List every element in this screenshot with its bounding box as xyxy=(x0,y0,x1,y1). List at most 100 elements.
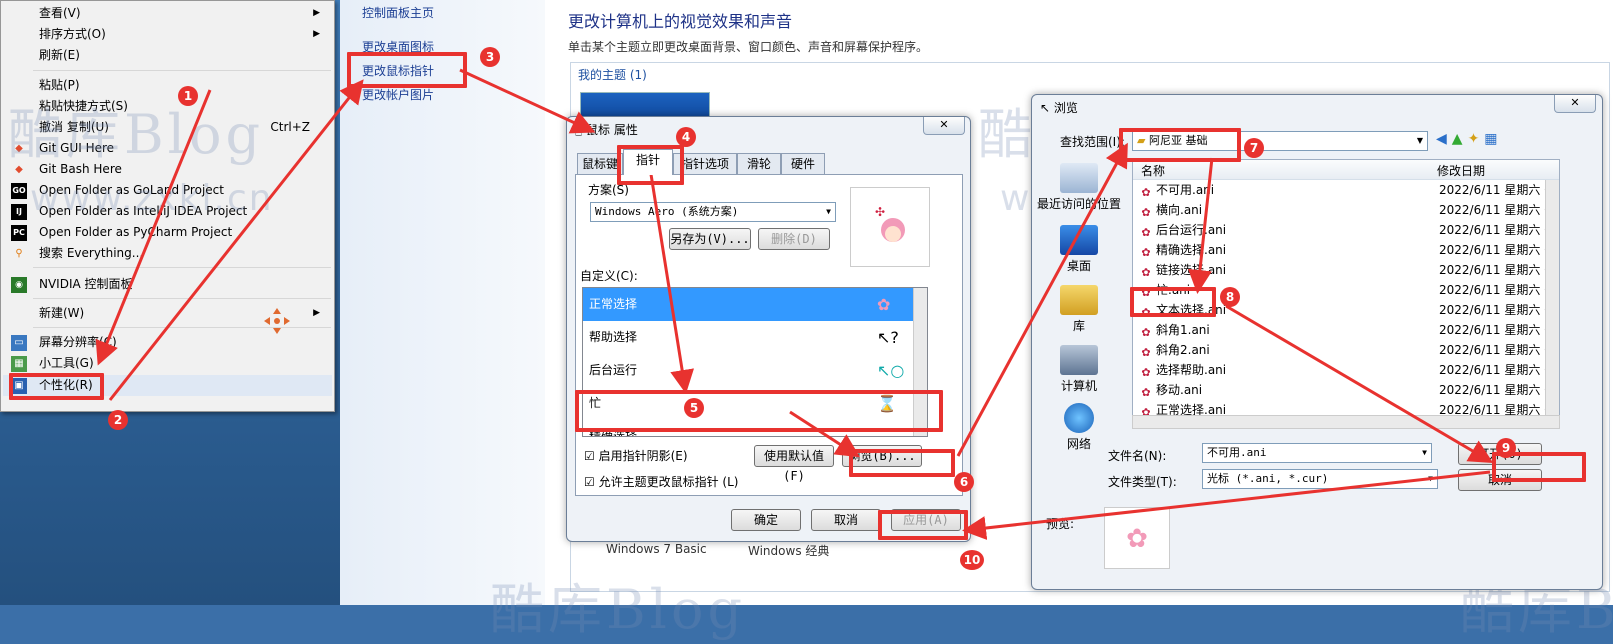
list-item[interactable]: 后台运行 ↖○ xyxy=(583,354,913,387)
shadow-checkbox[interactable]: ☑ 启用指针阴影(E) xyxy=(584,447,688,464)
theme-classic-label: Windows 经典 xyxy=(748,544,830,558)
nav-toolbar: ◀▲✦▦ xyxy=(1436,131,1546,153)
file-date: 2022/6/11 星期六 0... xyxy=(1439,203,1560,217)
menu-item-sort[interactable]: 排序方式(O) ▶ xyxy=(3,24,332,45)
ani-cursor-icon: ✿ xyxy=(1141,346,1151,359)
anya-cursor-icon: ✣ xyxy=(875,205,905,242)
file-item[interactable]: ✿ 后台运行.ani xyxy=(1139,220,1226,240)
filetype-select[interactable]: 光标 (*.ani, *.cur) ▼ xyxy=(1202,469,1438,489)
menu-item-view[interactable]: 查看(V) ▶ xyxy=(3,3,332,24)
dialog-title: 🖰 鼠标 属性 xyxy=(575,123,638,137)
search-icon: ⚲ xyxy=(15,248,23,259)
watermark-brand: 酷库Blog xyxy=(8,103,265,166)
highlight-box-folder xyxy=(1119,128,1241,162)
ok-button[interactable]: 确定 xyxy=(731,509,801,531)
save-as-button[interactable]: 另存为(V)... xyxy=(669,228,751,250)
help-cursor-icon: ↖? xyxy=(877,328,899,347)
computer-icon[interactable] xyxy=(1060,345,1098,375)
menu-item-everything[interactable]: ⚲ 搜索 Everything... xyxy=(3,243,332,264)
filename-input[interactable]: 不可用.ani ▼ xyxy=(1202,443,1432,463)
tab-hardware[interactable]: 硬件 xyxy=(781,153,825,175)
new-folder-icon[interactable]: ✦ xyxy=(1468,131,1485,147)
page-title: 更改计算机上的视觉效果和声音 xyxy=(568,12,793,31)
cancel-button[interactable]: 取消 xyxy=(811,509,881,531)
submenu-arrow-icon: ▶ xyxy=(313,29,320,39)
file-date: 2022/6/11 星期六 0... xyxy=(1439,363,1560,377)
file-item[interactable]: ✿ 精确选择.ani xyxy=(1139,240,1226,260)
chevron-down-icon: ▼ xyxy=(826,207,831,216)
file-date: 2022/6/11 星期六 0... xyxy=(1439,223,1560,237)
library-icon[interactable] xyxy=(1060,285,1098,315)
close-icon[interactable]: ✕ xyxy=(923,117,965,135)
step-marker-7: 7 xyxy=(1244,138,1264,158)
scheme-select[interactable]: Windows Aero (系统方案) ▼ xyxy=(590,202,836,222)
ani-cursor-icon: ✿ xyxy=(1141,386,1151,399)
file-item[interactable]: ✿ 斜角2.ani xyxy=(1139,340,1209,360)
highlight-box-browse xyxy=(849,449,955,477)
checkbox-checked-icon: ☑ xyxy=(584,475,599,489)
network-icon[interactable] xyxy=(1064,403,1094,433)
chevron-down-icon: ▼ xyxy=(1428,474,1433,483)
nvidia-icon: ◉ xyxy=(11,277,27,293)
highlight-box-personalize xyxy=(9,373,104,400)
list-item[interactable]: 正常选择 ✿ xyxy=(583,288,913,321)
highlight-box-busy-row xyxy=(575,390,943,432)
chevron-down-icon: ▼ xyxy=(1422,448,1427,457)
svg-text:✣: ✣ xyxy=(875,205,885,219)
tab-pointers[interactable]: 指针 xyxy=(623,149,673,175)
file-list-header: 名称 修改日期 xyxy=(1133,160,1559,180)
file-item[interactable]: ✿ 横向.ani xyxy=(1139,200,1202,220)
ani-cursor-icon: ✿ xyxy=(1141,226,1151,239)
file-item[interactable]: ✿ 移动.ani xyxy=(1139,380,1202,400)
lookin-label: 查找范围(I): xyxy=(1060,135,1125,149)
menu-item-pycharm[interactable]: PC Open Folder as PyCharm Project xyxy=(3,222,332,243)
nav-computer-label[interactable]: 计算机 xyxy=(1034,377,1124,394)
watermark-url: www.zxki.cn xyxy=(30,178,274,219)
filename-label: 文件名(N): xyxy=(1108,449,1167,463)
link-control-panel-home[interactable]: 控制面板主页 xyxy=(362,4,434,21)
col-date-header[interactable]: 修改日期 xyxy=(1437,162,1485,179)
up-folder-icon[interactable]: ▲ xyxy=(1452,131,1468,147)
nav-desktop-label[interactable]: 桌面 xyxy=(1034,257,1124,274)
step-marker-4: 4 xyxy=(676,127,696,147)
list-item[interactable]: 帮助选择 ↖? xyxy=(583,321,913,354)
mouse-icon: 🖰 xyxy=(575,123,587,137)
col-name-header[interactable]: 名称 xyxy=(1141,162,1165,179)
horizontal-scrollbar[interactable] xyxy=(1132,415,1560,429)
ani-cursor-icon: ✿ xyxy=(1141,266,1151,279)
desktop-icon[interactable] xyxy=(1060,225,1098,255)
ani-cursor-icon: ✿ xyxy=(1141,246,1151,259)
close-icon[interactable]: ✕ xyxy=(1554,95,1596,113)
step-marker-8: 8 xyxy=(1220,287,1240,307)
file-item[interactable]: ✿ 不可用.ani xyxy=(1139,180,1214,200)
menu-divider xyxy=(33,267,331,268)
submenu-arrow-icon: ▶ xyxy=(313,8,320,18)
file-date: 2022/6/11 星期六 0... xyxy=(1439,263,1560,277)
ani-cursor-icon: ✿ xyxy=(1141,326,1151,339)
view-menu-icon[interactable]: ▦ xyxy=(1484,131,1502,147)
file-date: 2022/6/11 星期六 0... xyxy=(1439,323,1560,337)
recent-places-icon[interactable] xyxy=(1060,163,1098,193)
highlight-box-busy-file xyxy=(1130,287,1216,317)
nav-recent-label[interactable]: 最近访问的位置 xyxy=(1034,195,1124,212)
menu-item-refresh[interactable]: 刷新(E) xyxy=(3,45,332,66)
tab-wheel[interactable]: 滑轮 xyxy=(737,153,781,175)
allow-theme-checkbox[interactable]: ☑ 允许主题更改鼠标指针 (L) xyxy=(584,473,738,490)
use-default-button[interactable]: 使用默认值(F) xyxy=(754,445,834,483)
filetype-label: 文件类型(T): xyxy=(1108,475,1177,489)
menu-item-nvidia[interactable]: ◉ NVIDIA 控制面板 xyxy=(3,274,332,295)
ani-cursor-icon: ✿ xyxy=(1141,366,1151,379)
file-item[interactable]: ✿ 斜角1.ani xyxy=(1139,320,1209,340)
page-subtitle: 单击某个主题立即更改桌面背景、窗口颜色、声音和屏幕保护程序。 xyxy=(568,40,929,54)
file-item[interactable]: ✿ 选择帮助.ani xyxy=(1139,360,1226,380)
anya-cursor-icon: ✿ xyxy=(1104,507,1170,569)
back-icon[interactable]: ◀ xyxy=(1436,131,1452,147)
delete-button[interactable]: 删除(D) xyxy=(758,228,830,250)
nav-library-label[interactable]: 库 xyxy=(1034,317,1124,334)
vertical-scrollbar[interactable] xyxy=(1545,180,1559,416)
file-item[interactable]: ✿ 链接选择.ani xyxy=(1139,260,1226,280)
menu-item-gadgets[interactable]: ▦ 小工具(G) xyxy=(3,353,332,374)
pycharm-icon: PC xyxy=(11,225,27,241)
file-date: 2022/6/11 星期六 0... xyxy=(1439,183,1560,197)
link-change-account-picture[interactable]: 更改帐户图片 xyxy=(362,86,434,103)
